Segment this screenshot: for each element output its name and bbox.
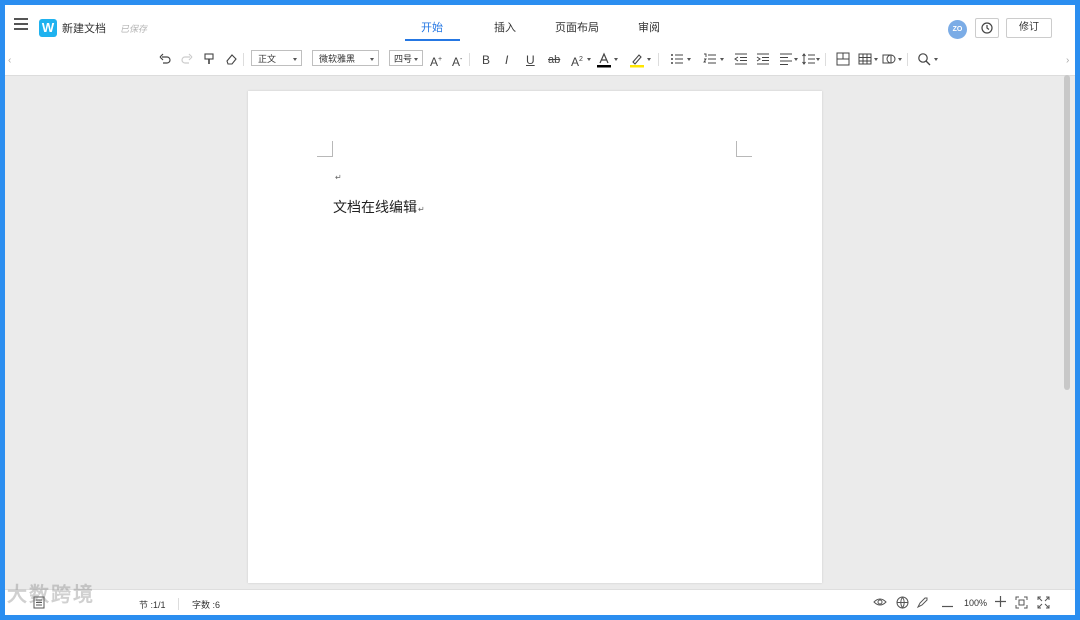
tab-page-layout[interactable]: 页面布局 [555, 19, 599, 35]
redo-icon[interactable] [180, 52, 194, 68]
align-dropdown-icon[interactable] [794, 58, 798, 61]
save-status: 已保存 [120, 24, 148, 34]
decrease-font-size-icon[interactable]: A- [452, 52, 462, 69]
strikethrough-icon[interactable]: ab [548, 52, 560, 68]
revise-button[interactable]: 修订 [1006, 18, 1052, 38]
line-spacing-icon[interactable] [802, 52, 816, 68]
line-spacing-dropdown-icon[interactable] [816, 58, 820, 61]
status-bar: 节 :1/1 字数 :6 100% [5, 589, 1075, 615]
document-title[interactable]: 新建文档 [62, 20, 106, 36]
font-color-dropdown-icon[interactable] [614, 58, 618, 61]
section-indicator: 节 :1/1 [139, 600, 166, 610]
globe-icon[interactable] [896, 596, 909, 611]
insert-shape-dropdown-icon[interactable] [898, 58, 902, 61]
word-count: 字数 :6 [192, 600, 221, 610]
toolbar-scroll-right-icon[interactable]: › [1066, 55, 1069, 66]
eye-icon[interactable] [873, 596, 887, 610]
search-icon[interactable] [917, 52, 931, 68]
zoom-in-icon[interactable] [995, 596, 1006, 609]
formatting-toolbar: ‹ › 正文 微软雅黑 四号 A+ A- B I U ab A2 [5, 45, 1075, 76]
superscript-dropdown-icon[interactable] [587, 58, 591, 61]
font-size-select[interactable]: 四号 [389, 50, 423, 66]
tab-review[interactable]: 审阅 [638, 19, 660, 35]
status-separator [178, 598, 179, 610]
superscript-icon[interactable]: A2 [571, 52, 583, 69]
font-size-value: 四号 [394, 54, 413, 64]
format-painter-icon[interactable] [202, 52, 216, 68]
underline-icon[interactable]: U [526, 52, 535, 68]
watermark: 大数跨境 [7, 584, 95, 606]
app-window: W 新建文档 已保存 开始 插入 页面布局 审阅 ZO 修订 ‹ › 正文 微软… [5, 5, 1075, 615]
empty-paragraph-mark: ↵ [335, 173, 342, 182]
clear-format-icon[interactable] [224, 52, 238, 68]
paragraph-mark: ↵ [418, 205, 425, 214]
history-button[interactable] [975, 18, 999, 38]
numbered-list-dropdown-icon[interactable] [720, 58, 724, 61]
search-dropdown-icon[interactable] [934, 58, 938, 61]
toolbar-scroll-left-icon[interactable]: ‹ [8, 55, 11, 66]
margin-corner-top-right [736, 141, 752, 157]
bullet-list-dropdown-icon[interactable] [687, 58, 691, 61]
paragraph-style-value: 正文 [258, 54, 277, 64]
insert-table-icon[interactable] [858, 52, 872, 68]
bold-icon[interactable]: B [482, 52, 490, 68]
font-family-value: 微软雅黑 [319, 54, 356, 64]
margin-corner-top-left [317, 141, 333, 157]
title-bar: W 新建文档 已保存 开始 插入 页面布局 审阅 ZO 修订 [5, 5, 1075, 45]
tab-insert[interactable]: 插入 [494, 19, 516, 35]
decrease-indent-icon[interactable] [734, 52, 748, 68]
fit-page-icon[interactable] [1015, 596, 1028, 611]
avatar[interactable]: ZO [948, 20, 967, 39]
document-body-text[interactable]: 文档在线编辑↵ [333, 197, 425, 217]
paragraph-style-select[interactable]: 正文 [251, 50, 302, 66]
fullscreen-icon[interactable] [1037, 596, 1050, 611]
clock-icon [981, 22, 993, 34]
font-family-select[interactable]: 微软雅黑 [312, 50, 379, 66]
align-icon[interactable] [779, 52, 793, 68]
toolbar-separator [825, 53, 826, 66]
insert-table-dropdown-icon[interactable] [874, 58, 878, 61]
highlight-dropdown-icon[interactable] [647, 58, 651, 61]
tab-home[interactable]: 开始 [421, 19, 443, 35]
bullet-list-icon[interactable] [670, 52, 684, 68]
toolbar-separator [907, 53, 908, 66]
toolbar-separator [469, 53, 470, 66]
rocket-icon[interactable] [916, 596, 929, 611]
highlight-icon[interactable] [629, 52, 645, 68]
numbered-list-icon[interactable] [703, 52, 717, 68]
increase-font-size-icon[interactable]: A+ [430, 52, 442, 69]
toolbar-separator [658, 53, 659, 66]
toolbar-separator [243, 53, 244, 66]
body-text-content: 文档在线编辑 [333, 199, 417, 215]
vertical-scrollbar[interactable] [1064, 75, 1070, 390]
insert-shape-icon[interactable] [882, 52, 896, 68]
undo-icon[interactable] [158, 52, 172, 68]
increase-indent-icon[interactable] [756, 52, 770, 68]
zoom-level[interactable]: 100% [964, 598, 987, 608]
font-color-icon[interactable] [596, 52, 612, 68]
document-page[interactable]: ↵ 文档在线编辑↵ [248, 91, 822, 583]
insert-image-icon[interactable] [836, 52, 850, 68]
app-logo: W [39, 19, 57, 37]
hamburger-menu-icon[interactable] [14, 18, 28, 30]
active-tab-indicator [405, 39, 460, 41]
italic-icon[interactable]: I [505, 52, 508, 68]
zoom-out-icon[interactable] [942, 600, 953, 610]
